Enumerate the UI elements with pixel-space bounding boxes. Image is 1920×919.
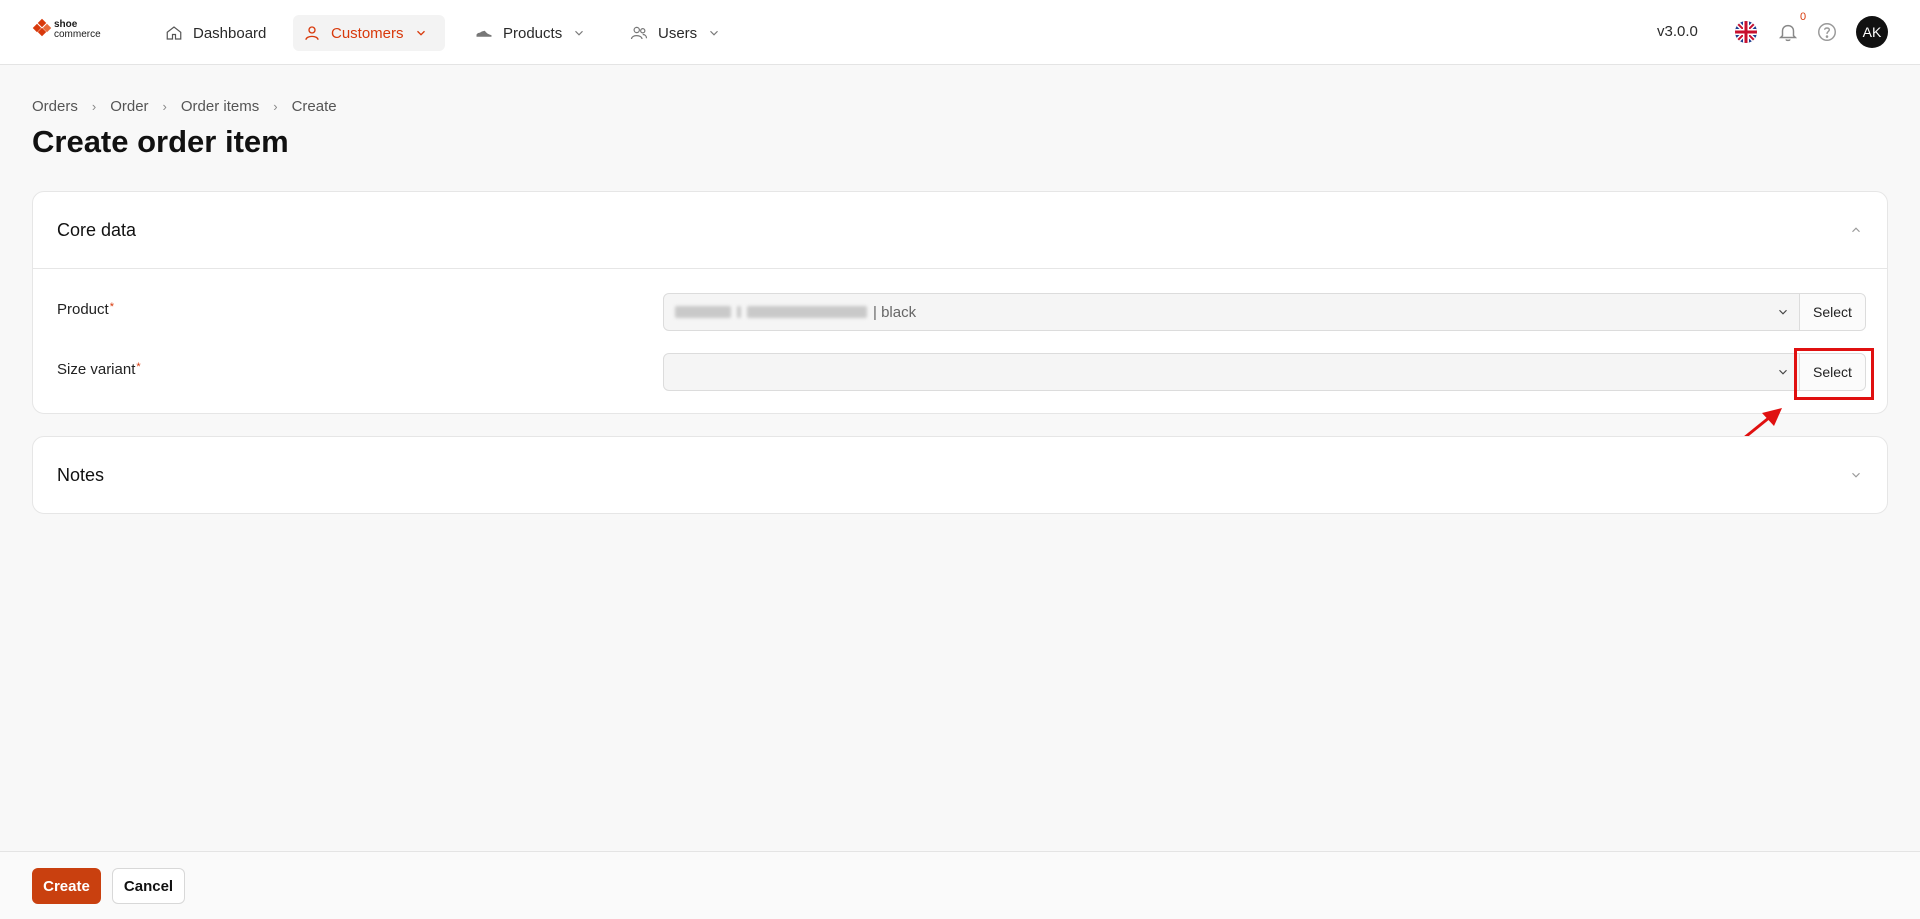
size-variant-select[interactable]: Select [663, 353, 1866, 391]
breadcrumb: Orders › Order › Order items › Create [32, 98, 337, 115]
section-divider [33, 268, 1887, 269]
chevron-up-icon[interactable] [1849, 223, 1863, 237]
product-field-row: Product* | black Select [33, 289, 1887, 349]
section-title: Core data [57, 219, 137, 240]
breadcrumb-order[interactable]: Order [110, 98, 148, 115]
size-variant-select-value [664, 354, 1767, 390]
page-title: Create order item [32, 124, 289, 159]
brand-logo[interactable]: shoe commerce [32, 18, 101, 40]
chevron-right-icon: › [91, 99, 97, 114]
users-icon [630, 26, 648, 40]
create-button[interactable]: Create [32, 868, 101, 904]
product-select-value: | black [664, 294, 1767, 330]
chevron-right-icon: › [273, 99, 278, 114]
version-label: v3.0.0 [1657, 23, 1698, 40]
uk-flag-language-icon[interactable] [1735, 21, 1757, 43]
size-variant-field-row: Size variant* Select [33, 349, 1887, 409]
section-title: Notes [57, 464, 105, 485]
user-avatar[interactable]: AK [1856, 16, 1888, 48]
shoe-icon [476, 30, 492, 37]
chevron-right-icon: › [162, 99, 167, 114]
chevron-down-icon[interactable] [1767, 294, 1799, 330]
nav-item-label: Users [658, 24, 698, 42]
help-icon[interactable] [1816, 21, 1838, 43]
redacted-text [675, 306, 731, 318]
nav-item-label: Customers [331, 24, 404, 42]
notification-count-badge: 0 [1800, 11, 1807, 23]
nav-item-products[interactable]: Products [465, 15, 596, 51]
cancel-button[interactable]: Cancel [112, 868, 185, 904]
logo-text: shoe commerce [54, 19, 101, 40]
breadcrumb-order-items[interactable]: Order items [181, 98, 259, 115]
nav-item-dashboard[interactable]: Dashboard [155, 15, 276, 51]
chevron-down-icon [416, 30, 425, 36]
core-data-header[interactable]: Core data [33, 192, 1887, 268]
redacted-text [737, 306, 741, 318]
annotation-highlight-box [1794, 348, 1874, 400]
breadcrumb-orders[interactable]: Orders [32, 98, 78, 115]
top-navigation-bar: shoe commerce Dashboard Customers Produc… [0, 0, 1920, 65]
size-variant-field-label: Size variant* [57, 361, 141, 378]
chevron-down-icon [575, 30, 584, 36]
logo-mark-icon [32, 18, 52, 40]
notes-header[interactable]: Notes [33, 437, 1887, 513]
nav-item-label: Products [503, 24, 563, 42]
bell-icon[interactable] [1777, 21, 1799, 43]
core-data-section: Core data Product* | black Select Size v… [32, 191, 1888, 414]
product-select-button[interactable]: Select [1799, 294, 1865, 330]
product-field-label: Product* [57, 301, 114, 318]
form-footer [0, 851, 1920, 919]
nav-item-label: Dashboard [193, 24, 267, 42]
chevron-down-icon [710, 30, 719, 36]
notes-section: Notes [32, 436, 1888, 514]
breadcrumb-create: Create [291, 98, 337, 115]
user-icon [305, 26, 319, 40]
nav-item-users[interactable]: Users [620, 15, 731, 51]
home-icon [166, 26, 182, 40]
chevron-down-icon[interactable] [1849, 468, 1863, 482]
nav-item-customers[interactable]: Customers [293, 15, 445, 51]
product-select[interactable]: | black Select [663, 293, 1866, 331]
redacted-text [747, 306, 867, 318]
